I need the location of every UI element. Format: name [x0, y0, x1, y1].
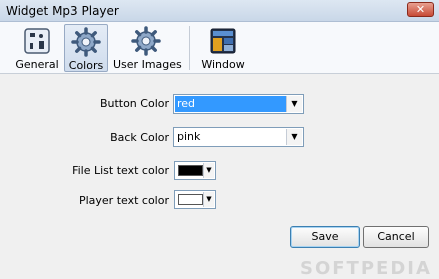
toolbar-separator: [189, 26, 190, 70]
button-color-value: red: [175, 96, 286, 112]
tab-user-images-label: User Images: [113, 58, 182, 71]
window-title: Widget Mp3 Player: [6, 4, 119, 18]
title-bar: Widget Mp3 Player ✕: [0, 0, 439, 22]
player-text-color-label: Player text color: [78, 194, 169, 207]
back-color-select[interactable]: pink ▼: [173, 127, 304, 147]
chevron-down-icon[interactable]: ▼: [203, 163, 214, 178]
file-list-text-color-label: File List text color: [72, 164, 169, 177]
back-color-label: Back Color: [110, 131, 169, 144]
gear-icon: [131, 26, 161, 56]
tab-window-label: Window: [201, 58, 245, 71]
tab-colors[interactable]: Colors: [64, 24, 108, 72]
tab-window[interactable]: Window: [198, 24, 248, 72]
button-color-select[interactable]: red ▼: [173, 94, 304, 114]
chevron-down-icon[interactable]: ▼: [203, 192, 214, 207]
gear-icon: [71, 27, 101, 57]
save-button[interactable]: Save: [290, 226, 360, 248]
player-text-color-picker[interactable]: ▼: [174, 190, 216, 209]
colors-panel: Button Color red ▼ Back Color pink ▼ Fil…: [0, 74, 439, 279]
file-list-color-swatch: [178, 165, 203, 176]
settings-toolbar: General Colors User Images Window: [0, 22, 439, 74]
close-button[interactable]: ✕: [407, 2, 434, 17]
cancel-button[interactable]: Cancel: [363, 226, 429, 248]
chevron-down-icon[interactable]: ▼: [286, 96, 302, 112]
window-icon: [210, 28, 236, 54]
watermark: SOFTPEDIA: [300, 258, 432, 279]
tab-general[interactable]: General: [15, 24, 59, 72]
player-color-swatch: [178, 194, 203, 205]
tab-colors-label: Colors: [68, 59, 104, 72]
general-settings-icon: [24, 28, 50, 54]
tab-general-label: General: [15, 58, 59, 71]
button-color-label: Button Color: [99, 97, 169, 110]
back-color-value: pink: [177, 130, 201, 143]
file-list-text-color-picker[interactable]: ▼: [174, 161, 216, 180]
tab-user-images[interactable]: User Images: [113, 24, 182, 72]
close-icon: ✕: [415, 3, 426, 16]
chevron-down-icon[interactable]: ▼: [286, 129, 302, 145]
